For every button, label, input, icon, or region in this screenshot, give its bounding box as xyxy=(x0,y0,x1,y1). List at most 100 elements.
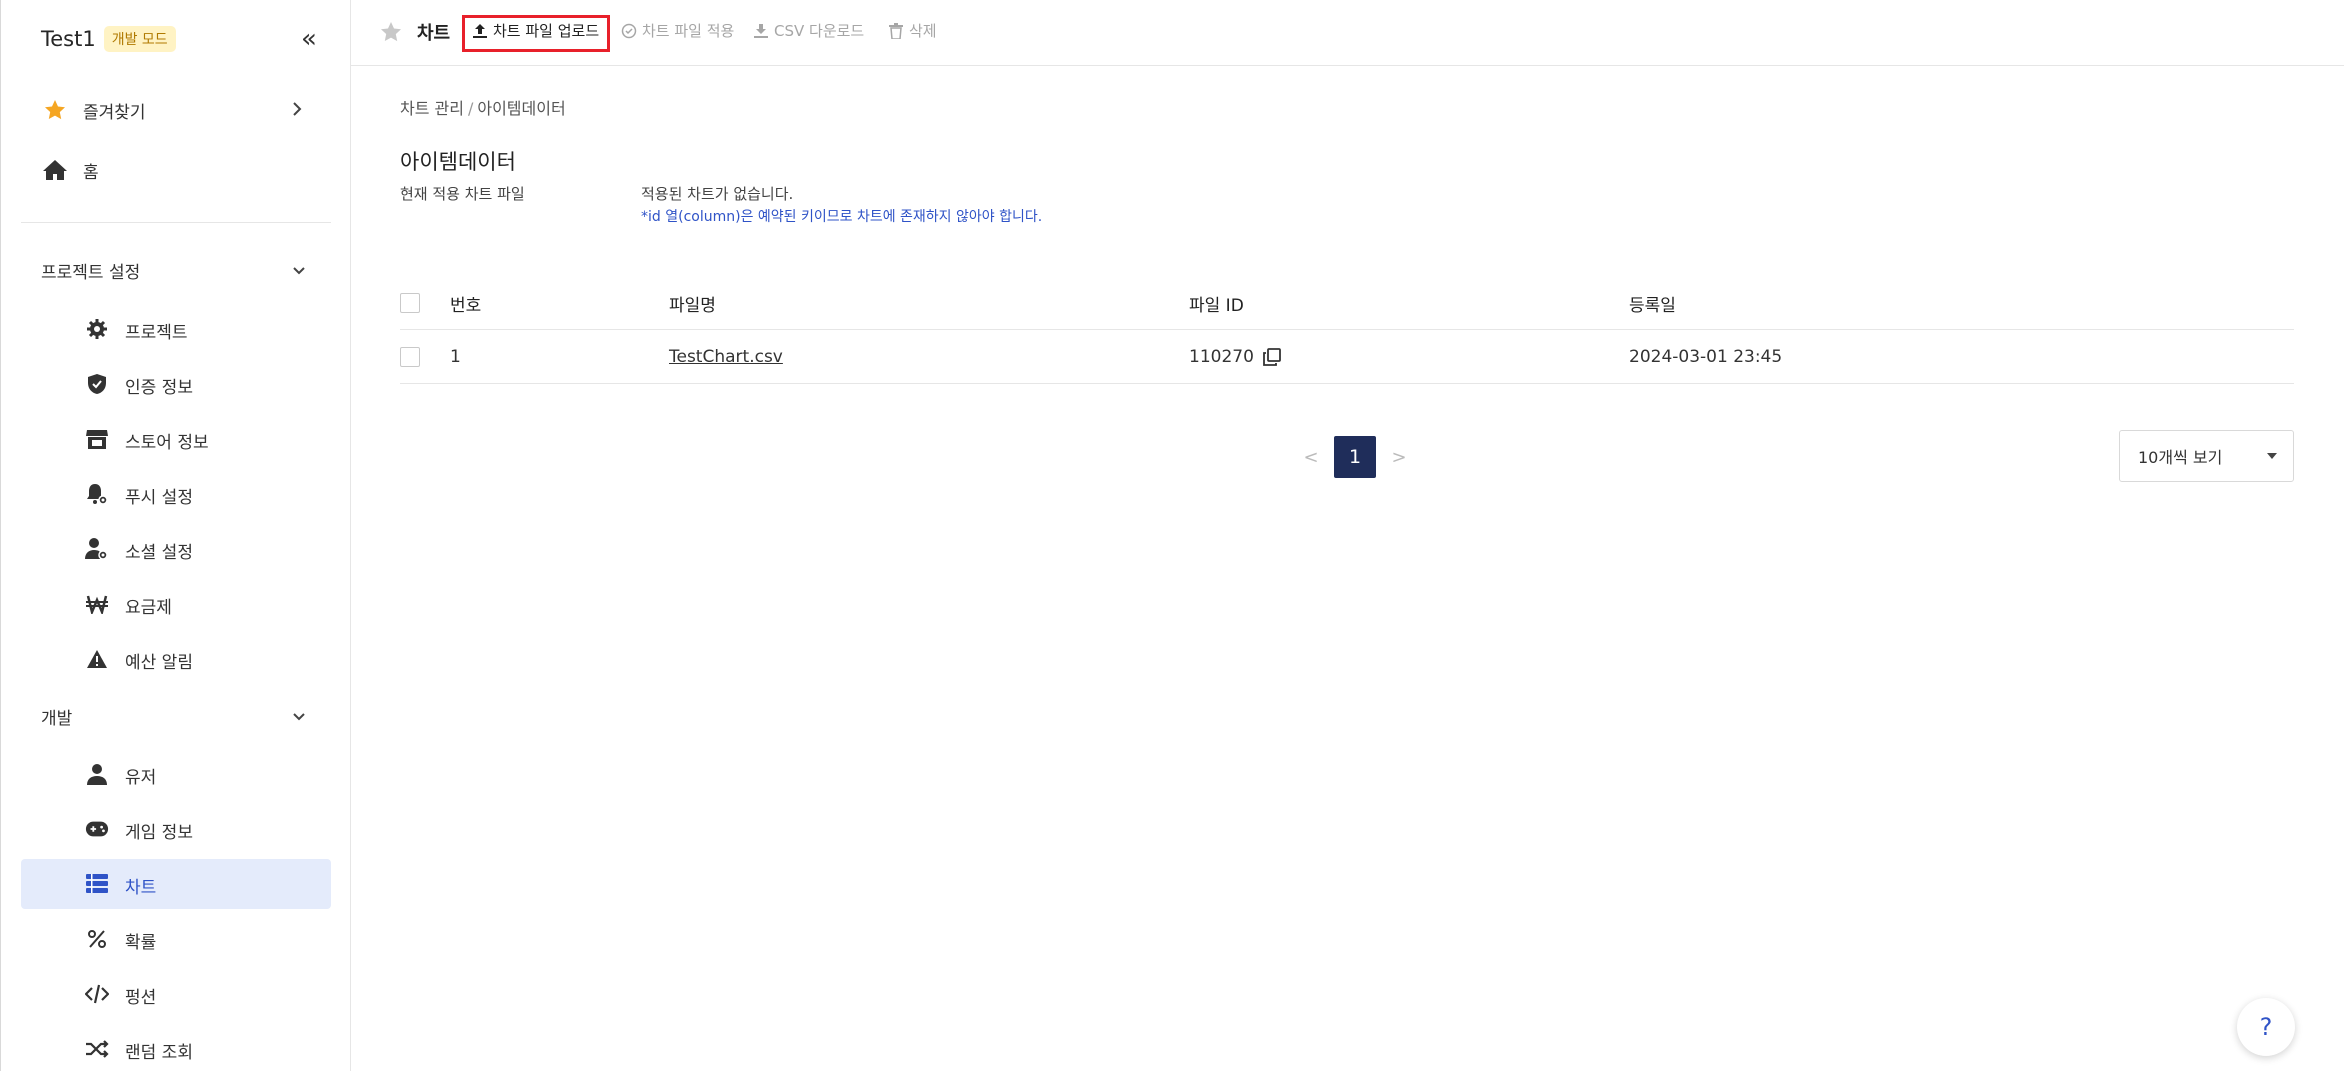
apply-chart-file-button[interactable]: 차트 파일 적용 xyxy=(621,20,734,41)
collapse-sidebar-icon[interactable]: « xyxy=(297,26,321,52)
percent-icon xyxy=(85,927,109,951)
current-chart-value: 적용된 차트가 없습니다. xyxy=(641,185,794,203)
trash-icon xyxy=(888,22,904,39)
favorite-star-icon[interactable] xyxy=(379,20,403,44)
sidebar-item-label: 확률 xyxy=(125,933,157,953)
code-icon xyxy=(85,982,109,1006)
sidebar-item-label: 유저 xyxy=(125,768,157,788)
sidebar-item-budget-alert[interactable]: 예산 알림 xyxy=(21,634,331,684)
star-icon xyxy=(41,96,69,124)
delete-button[interactable]: 삭제 xyxy=(888,20,937,41)
store-icon xyxy=(85,427,109,451)
page-title: 아이템데이터 xyxy=(400,150,516,174)
breadcrumb-separator: / xyxy=(467,99,474,118)
divider xyxy=(21,222,331,223)
column-header-filename: 파일명 xyxy=(669,295,716,316)
sidebar-item-label: 홈 xyxy=(83,162,99,183)
sidebar-item-label: 예산 알림 xyxy=(125,653,193,673)
sidebar-item-game-info[interactable]: 게임 정보 xyxy=(21,804,331,854)
page-name: 차트 xyxy=(417,23,451,44)
sidebar-item-home[interactable]: 홈 xyxy=(41,150,321,190)
csv-download-button[interactable]: CSV 다운로드 xyxy=(753,20,864,41)
sidebar-item-random-query[interactable]: 랜덤 조회 xyxy=(21,1024,331,1071)
sidebar-item-auth-info[interactable]: 인증 정보 xyxy=(21,359,331,409)
prev-page-button[interactable]: < xyxy=(1296,447,1326,468)
sidebar-item-label: 펑션 xyxy=(125,988,157,1008)
upload-icon xyxy=(472,23,488,39)
sidebar-item-social-settings[interactable]: 소셜 설정 xyxy=(21,524,331,574)
sidebar-item-plan[interactable]: 요금제 xyxy=(21,579,331,629)
won-icon xyxy=(85,592,109,616)
download-icon xyxy=(753,23,769,39)
sidebar-item-label: 요금제 xyxy=(125,598,172,618)
pagination: < 1 > xyxy=(1296,436,1414,478)
mode-badge: 개발 모드 xyxy=(103,26,176,52)
row-number: 1 xyxy=(450,347,461,367)
chart-file-table: 번호 파일명 파일 ID 등록일 1 TestChart.csv 110270 … xyxy=(400,276,2294,384)
user-icon xyxy=(85,762,109,786)
file-id-value: 110270 xyxy=(1189,347,1254,367)
sidebar-item-label: 차트 xyxy=(125,878,157,898)
project-name: Test1 xyxy=(41,27,96,51)
sidebar-item-push-settings[interactable]: 푸시 설정 xyxy=(21,469,331,519)
sidebar-item-label: 즐겨찾기 xyxy=(83,102,146,123)
breadcrumb-current: 아이템데이터 xyxy=(477,99,566,118)
sidebar-item-probability[interactable]: 확률 xyxy=(21,914,331,964)
sidebar-item-user[interactable]: 유저 xyxy=(21,749,331,799)
row-checkbox[interactable] xyxy=(400,347,420,367)
shield-check-icon xyxy=(85,372,109,396)
sidebar-item-label: 프로젝트 xyxy=(125,323,188,343)
project-header: Test1 개발 모드 xyxy=(41,26,176,52)
sidebar-item-project[interactable]: 프로젝트 xyxy=(21,304,331,354)
copy-icon[interactable] xyxy=(1262,347,1282,367)
column-header-number: 번호 xyxy=(450,295,482,316)
row-file-id-cell: 110270 xyxy=(1189,330,1282,384)
breadcrumb: 차트 관리 / 아이템데이터 xyxy=(400,95,566,119)
section-development[interactable]: 개발 xyxy=(41,696,321,736)
user-gear-icon xyxy=(85,537,109,561)
caret-down-icon xyxy=(2267,453,2277,459)
current-chart-label: 현재 적용 차트 파일 xyxy=(400,185,525,203)
breadcrumb-parent[interactable]: 차트 관리 xyxy=(400,99,464,118)
sidebar-item-store-info[interactable]: 스토어 정보 xyxy=(21,414,331,464)
table-header: 번호 파일명 파일 ID 등록일 xyxy=(400,276,2294,330)
sidebar-item-favorites[interactable]: 즐겨찾기 xyxy=(41,90,321,130)
next-page-button[interactable]: > xyxy=(1384,447,1414,468)
warning-icon xyxy=(85,647,109,671)
gear-icon xyxy=(85,317,109,341)
page-size-value: 10개씩 보기 xyxy=(2138,448,2223,467)
check-circle-icon xyxy=(621,23,637,39)
upload-chart-file-label: 차트 파일 업로드 xyxy=(493,22,600,40)
chevron-down-icon xyxy=(291,708,307,728)
select-all-checkbox-cell xyxy=(400,276,420,330)
chevron-down-icon xyxy=(291,262,307,282)
help-button[interactable]: ? xyxy=(2237,998,2295,1056)
csv-download-label: CSV 다운로드 xyxy=(774,22,865,40)
section-label: 프로젝트 설정 xyxy=(41,262,141,283)
page-size-select[interactable]: 10개씩 보기 xyxy=(2119,430,2294,482)
upload-chart-file-button[interactable]: 차트 파일 업로드 xyxy=(472,20,599,41)
row-date: 2024-03-01 23:45 xyxy=(1629,347,1783,367)
section-project-settings[interactable]: 프로젝트 설정 xyxy=(41,250,321,290)
row-filename-cell: TestChart.csv xyxy=(669,330,783,384)
home-icon xyxy=(41,156,69,184)
table-icon xyxy=(85,872,109,896)
section-label: 개발 xyxy=(41,708,73,729)
filename-link[interactable]: TestChart.csv xyxy=(669,347,783,367)
shuffle-icon xyxy=(85,1037,109,1061)
sidebar-item-label: 소셜 설정 xyxy=(125,543,193,563)
id-column-note: *id 열(column)은 예약된 키이므로 차트에 존재하지 않아야 합니다… xyxy=(641,209,1043,225)
page-1-button[interactable]: 1 xyxy=(1334,436,1376,478)
sidebar-item-function[interactable]: 펑션 xyxy=(21,969,331,1019)
sidebar-item-chart[interactable]: 차트 xyxy=(21,859,331,909)
delete-label: 삭제 xyxy=(909,22,937,40)
chevron-right-icon xyxy=(287,99,307,123)
table-row: 1 TestChart.csv 110270 2024-03-01 23:45 xyxy=(400,330,2294,384)
sidebar-item-label: 게임 정보 xyxy=(125,823,193,843)
sidebar-item-label: 랜덤 조회 xyxy=(125,1043,193,1063)
top-toolbar: 차트 차트 파일 업로드 차트 파일 적용 CSV 다운로드 삭제 xyxy=(351,0,2344,66)
select-all-checkbox[interactable] xyxy=(400,293,420,313)
gamepad-icon xyxy=(85,817,109,841)
sidebar: Test1 개발 모드 « 즐겨찾기 홈 프로젝트 설정 프로젝트 인증 정보 … xyxy=(0,0,351,1071)
sidebar-item-label: 스토어 정보 xyxy=(125,433,209,453)
